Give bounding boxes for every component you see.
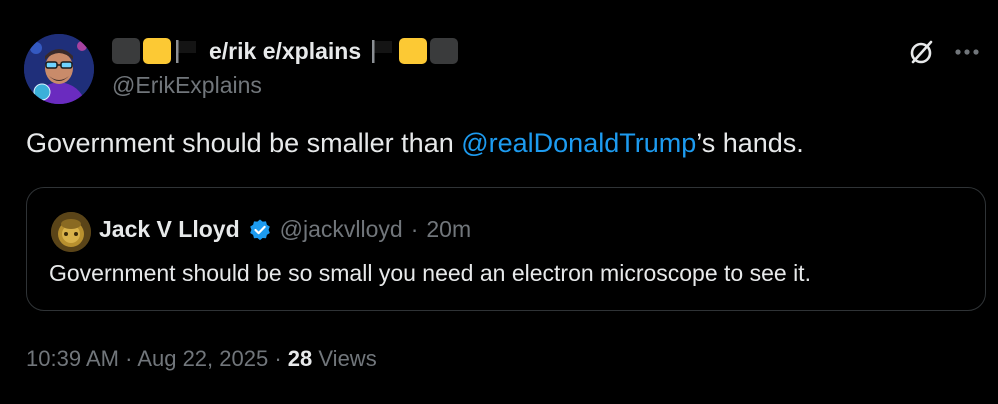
tweet-text-start: Government should be smaller than xyxy=(26,128,462,158)
tweet-text-end: ’s hands. xyxy=(696,128,804,158)
yellow-square-emoji xyxy=(399,38,428,64)
mention-link[interactable]: @realDonaldTrump xyxy=(461,128,696,158)
black-square-emoji xyxy=(430,38,459,64)
author-handle[interactable]: @ErikExplains xyxy=(112,72,262,99)
verified-badge-icon xyxy=(248,218,272,242)
views-count[interactable]: 28 xyxy=(288,346,312,371)
quoted-header: Jack V Lloyd @jackvlloyd · 20m xyxy=(99,216,471,243)
tweet-text: Government should be smaller than @realD… xyxy=(26,128,804,159)
tweet: e/rik e/xplains @ErikExplains Government… xyxy=(0,0,998,404)
quoted-handle[interactable]: @jackvlloyd xyxy=(280,216,403,243)
quoted-avatar-illustration xyxy=(51,212,91,252)
tweet-actions-top xyxy=(908,38,980,66)
author-display-name[interactable]: e/rik e/xplains xyxy=(209,38,361,65)
author-avatar[interactable] xyxy=(24,34,94,104)
tweet-footer: 10:39 AM · Aug 22, 2025 · 28 Views xyxy=(26,346,377,372)
quoted-author-avatar[interactable] xyxy=(51,212,91,252)
views-label[interactable]: Views xyxy=(318,346,376,371)
quoted-display-name[interactable]: Jack V Lloyd xyxy=(99,216,240,243)
black-flag-emoji xyxy=(372,40,393,63)
tweet-date[interactable]: Aug 22, 2025 xyxy=(137,346,268,371)
yellow-square-emoji xyxy=(143,38,171,64)
tweet-time[interactable]: 10:39 AM xyxy=(26,346,119,371)
quoted-tweet[interactable]: Jack V Lloyd @jackvlloyd · 20m Governmen… xyxy=(26,187,986,311)
quoted-time[interactable]: 20m xyxy=(426,216,471,243)
grok-icon[interactable] xyxy=(908,38,936,66)
footer-separator: · xyxy=(125,346,133,371)
black-flag-emoji xyxy=(176,40,196,63)
more-icon[interactable] xyxy=(954,48,980,56)
avatar-illustration xyxy=(24,34,94,104)
footer-separator: · xyxy=(274,346,282,371)
black-square-emoji xyxy=(112,38,140,64)
quoted-text: Government should be so small you need a… xyxy=(49,260,811,286)
quoted-separator: · xyxy=(410,216,419,242)
author-display-name-row[interactable]: e/rik e/xplains xyxy=(112,36,459,66)
